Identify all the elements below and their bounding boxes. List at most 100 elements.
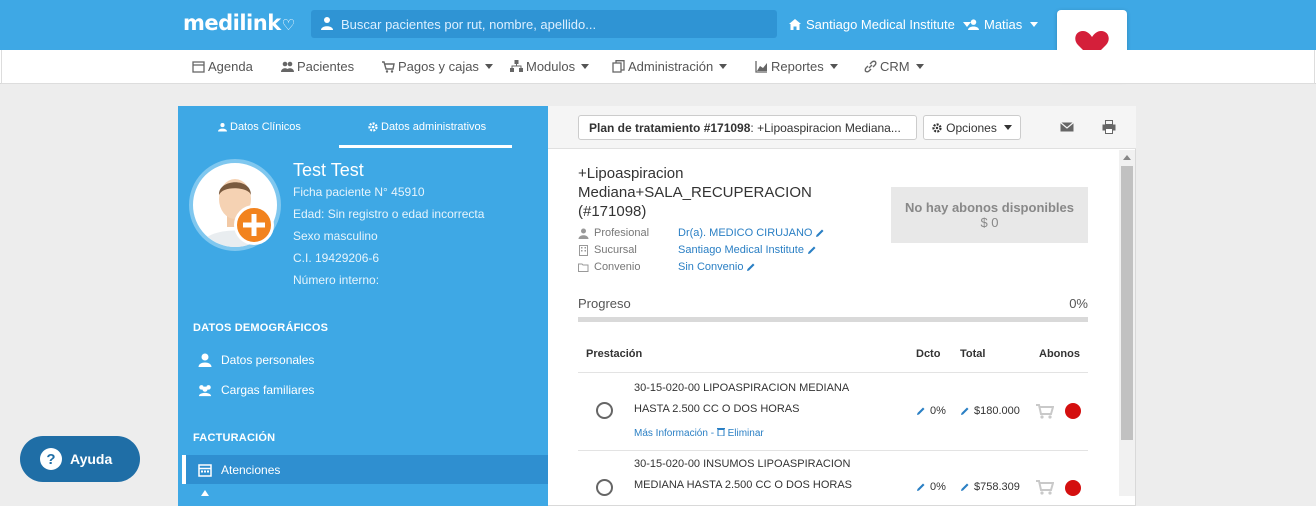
menu-item-agenda[interactable]: Agenda [192, 59, 253, 74]
sidebar-item-atenciones[interactable]: Atenciones [198, 463, 280, 477]
row-total[interactable]: $180.000 [960, 405, 1020, 417]
trash-icon [716, 428, 725, 437]
heartbeat-icon: ♡ [281, 16, 295, 34]
opciones-label: Opciones [946, 120, 997, 135]
eliminar-link[interactable]: Eliminar [728, 428, 764, 439]
menu-item-administracion[interactable]: Administración [612, 59, 728, 74]
row-total-value: $758.309 [974, 481, 1020, 493]
menu-item-reportes[interactable]: Reportes [755, 59, 838, 74]
menu-item-pacientes[interactable]: Pacientes [281, 59, 354, 74]
user-dropdown[interactable]: Matias [968, 17, 1039, 32]
row-description-line: HASTA 2.500 CC O DOS HORAS [634, 403, 800, 415]
convenio-name: Sin Convenio [678, 261, 744, 273]
sidebar-item-label: Datos personales [221, 353, 315, 367]
add-photo-badge[interactable] [234, 205, 274, 245]
institution-dropdown[interactable]: Santiago Medical Institute [789, 17, 971, 32]
cart-icon [382, 61, 395, 73]
row-select-radio[interactable] [596, 479, 613, 496]
chevron-down-icon [1003, 125, 1012, 130]
menu-label: CRM [880, 59, 910, 74]
sucursal-label: Sucursal [578, 244, 637, 256]
institution-name: Santiago Medical Institute [806, 17, 955, 32]
row-select-radio[interactable] [596, 402, 613, 419]
convenio-value[interactable]: Sin Convenio [678, 261, 756, 273]
row-dcto-value: 0% [930, 481, 946, 493]
area-chart-icon [755, 61, 767, 73]
calendar-icon [198, 464, 212, 477]
sidebar-item-cargas-familiares[interactable]: Cargas familiares [198, 383, 314, 397]
row-total[interactable]: $758.309 [960, 481, 1020, 493]
abonos-amount: $ 0 [980, 215, 999, 230]
column-header-abonos: Abonos [1039, 348, 1080, 360]
opciones-button[interactable]: Opciones [923, 115, 1021, 140]
treatment-plan-panel: Plan de tratamiento #171098: +Lipoaspira… [548, 106, 1136, 496]
user-icon [198, 353, 212, 367]
cart-icon[interactable] [1036, 480, 1054, 495]
profesional-value[interactable]: Dr(a). MEDICO CIRUJANO [678, 227, 825, 239]
pencil-icon [961, 407, 969, 415]
calendar-icon [192, 61, 205, 73]
meta-label-text: Sucursal [594, 244, 637, 256]
users-icon [198, 385, 212, 397]
vertical-scrollbar[interactable] [1119, 150, 1135, 496]
row-divider [578, 450, 1088, 451]
row-dcto[interactable]: 0% [916, 405, 946, 417]
menu-label: Administración [628, 59, 714, 74]
patient-edad: Edad: Sin registro o edad incorrecta [293, 207, 485, 221]
row-description-line: MEDIANA HASTA 2.500 CC O DOS HORAS [634, 479, 853, 491]
patient-search[interactable] [311, 10, 777, 38]
user-icon [968, 19, 979, 30]
user-icon [321, 17, 333, 30]
logo-text: medilink [183, 11, 281, 35]
patient-name: Test Test [293, 160, 364, 180]
patient-tabs: Datos Clínicos Datos administrativos [178, 106, 548, 148]
plan-selector-button[interactable]: Plan de tratamiento #171098: +Lipoaspira… [578, 115, 917, 140]
menu-item-modulos[interactable]: Modulos [510, 59, 590, 74]
meta-label-text: Convenio [594, 261, 641, 273]
row-description: 30-15-020-00 INSUMOS LIPOASPIRACION MEDI… [634, 454, 884, 496]
row-description-line: 30-15-020-00 INSUMOS LIPOASPIRACION [634, 458, 851, 470]
menu-item-crm[interactable]: CRM [864, 59, 924, 74]
chevron-down-icon [581, 64, 590, 69]
active-tab-indicator [339, 145, 512, 148]
status-dot [1065, 403, 1081, 419]
search-input[interactable] [341, 10, 771, 38]
row-dcto[interactable]: 0% [916, 481, 946, 493]
cart-icon[interactable] [1036, 404, 1054, 419]
menu-label: Agenda [208, 59, 253, 74]
print-icon[interactable] [1102, 120, 1116, 134]
patient-sidebar: Datos Clínicos Datos administrativos Tes… [178, 106, 548, 506]
sidebar-item-next[interactable] [198, 490, 212, 504]
plan-number: Plan de tratamiento #171098 [589, 121, 751, 135]
patient-ficha: Ficha paciente N° 45910 [293, 185, 425, 199]
column-header-total: Total [960, 348, 986, 360]
tab-datos-clinicos[interactable]: Datos Clínicos [218, 121, 301, 133]
progress-label: Progreso [578, 296, 631, 311]
folder-open-icon [578, 263, 589, 272]
medilink-logo[interactable]: medilink♡ [183, 11, 295, 35]
help-button[interactable]: ? Ayuda [20, 436, 140, 482]
convenio-label: Convenio [578, 261, 640, 273]
profesional-name: Dr(a). MEDICO CIRUJANO [678, 227, 813, 239]
gear-icon [368, 122, 378, 132]
gear-icon [932, 122, 942, 133]
plan-title: +Lipoaspiracion Mediana+SALA_RECUPERACIO… [578, 165, 812, 220]
scrollbar-thumb[interactable] [1121, 166, 1133, 440]
section-title-demograficos: DATOS DEMOGRÁFICOS [193, 322, 329, 334]
row-description: 30-15-020-00 LIPOASPIRACION MEDIANA HAST… [634, 378, 884, 420]
menu-label: Reportes [771, 59, 824, 74]
pencil-icon [917, 407, 925, 415]
sidebar-item-datos-personales[interactable]: Datos personales [198, 353, 314, 367]
tab-datos-administrativos[interactable]: Datos administrativos [368, 121, 486, 133]
link-icon [864, 60, 877, 73]
sucursal-value[interactable]: Santiago Medical Institute [678, 244, 817, 256]
user-name: Matias [984, 17, 1023, 32]
plus-icon [243, 214, 265, 236]
patient-numero-interno: Número interno: [293, 273, 380, 287]
envelope-icon[interactable] [1060, 120, 1074, 134]
scroll-up-arrow-icon[interactable] [1123, 155, 1131, 160]
menu-item-pagos[interactable]: Pagos y cajas [382, 59, 493, 74]
section-title-facturacion: FACTURACIÓN [193, 432, 276, 444]
copy-icon [612, 60, 625, 73]
mas-informacion-link[interactable]: Más Información - [634, 428, 717, 439]
